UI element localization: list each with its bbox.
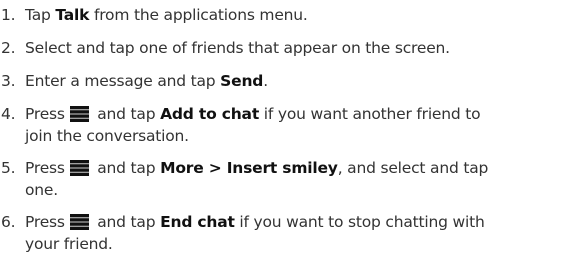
step-bold-term: More > Insert smiley — [160, 159, 338, 177]
step-text: Tap Talk from the applications menu. — [25, 4, 587, 26]
step-text: Press and tap More > Insert smiley, and … — [25, 157, 587, 201]
step-text: Select and tap one of friends that appea… — [25, 37, 587, 59]
step-line: Select and tap one of friends that appea… — [25, 39, 450, 57]
step-text-mid: and tap — [92, 105, 161, 123]
step-bold-term: Send — [220, 72, 264, 90]
step-text-mid: and tap — [92, 159, 161, 177]
menu-icon — [69, 160, 89, 176]
step-text-pre: Press — [25, 213, 70, 231]
step-number: 6. — [1, 213, 16, 231]
step-text-post: if you want to stop chatting with — [234, 213, 485, 231]
step-line: Enter a message and tap Send. — [25, 70, 587, 92]
step-text-pre: Tap — [25, 6, 56, 24]
step-number: 5. — [1, 159, 16, 177]
step-text-post: if you want another friend to — [259, 105, 481, 123]
step-text-pre: Press — [25, 159, 70, 177]
step-number: 4. — [1, 105, 16, 123]
step-line-2: join the conversation. — [25, 127, 189, 145]
step-number: 3. — [1, 72, 16, 90]
step-text: Press and tap Add to chat if you want an… — [25, 103, 587, 147]
step-text: Enter a message and tap Send. — [25, 70, 587, 92]
step-line: Press and tap End chat if you want to st… — [25, 211, 587, 233]
step-number: 1. — [1, 6, 16, 24]
step-text-mid: and tap — [92, 213, 161, 231]
step-number: 2. — [1, 39, 16, 57]
step-line: Tap Talk from the applications menu. — [25, 4, 587, 26]
step-text-pre: Enter a message and tap — [25, 72, 221, 90]
step-line-2: one. — [25, 181, 58, 199]
menu-icon — [69, 106, 89, 122]
step-line: Press and tap More > Insert smiley, and … — [25, 157, 587, 179]
step-bold-term: End chat — [160, 213, 235, 231]
step-text-pre: Press — [25, 105, 70, 123]
step-text-post: . — [263, 72, 268, 90]
step-text-post: from the applications menu. — [89, 6, 308, 24]
menu-icon — [69, 214, 89, 230]
step-bold-term: Add to chat — [160, 105, 260, 123]
step-text: Press and tap End chat if you want to st… — [25, 211, 587, 255]
step-text-post: , and select and tap — [337, 159, 489, 177]
step-bold-term: Talk — [55, 6, 90, 24]
step-line-2: your friend. — [25, 235, 113, 253]
step-line: Press and tap Add to chat if you want an… — [25, 103, 587, 125]
